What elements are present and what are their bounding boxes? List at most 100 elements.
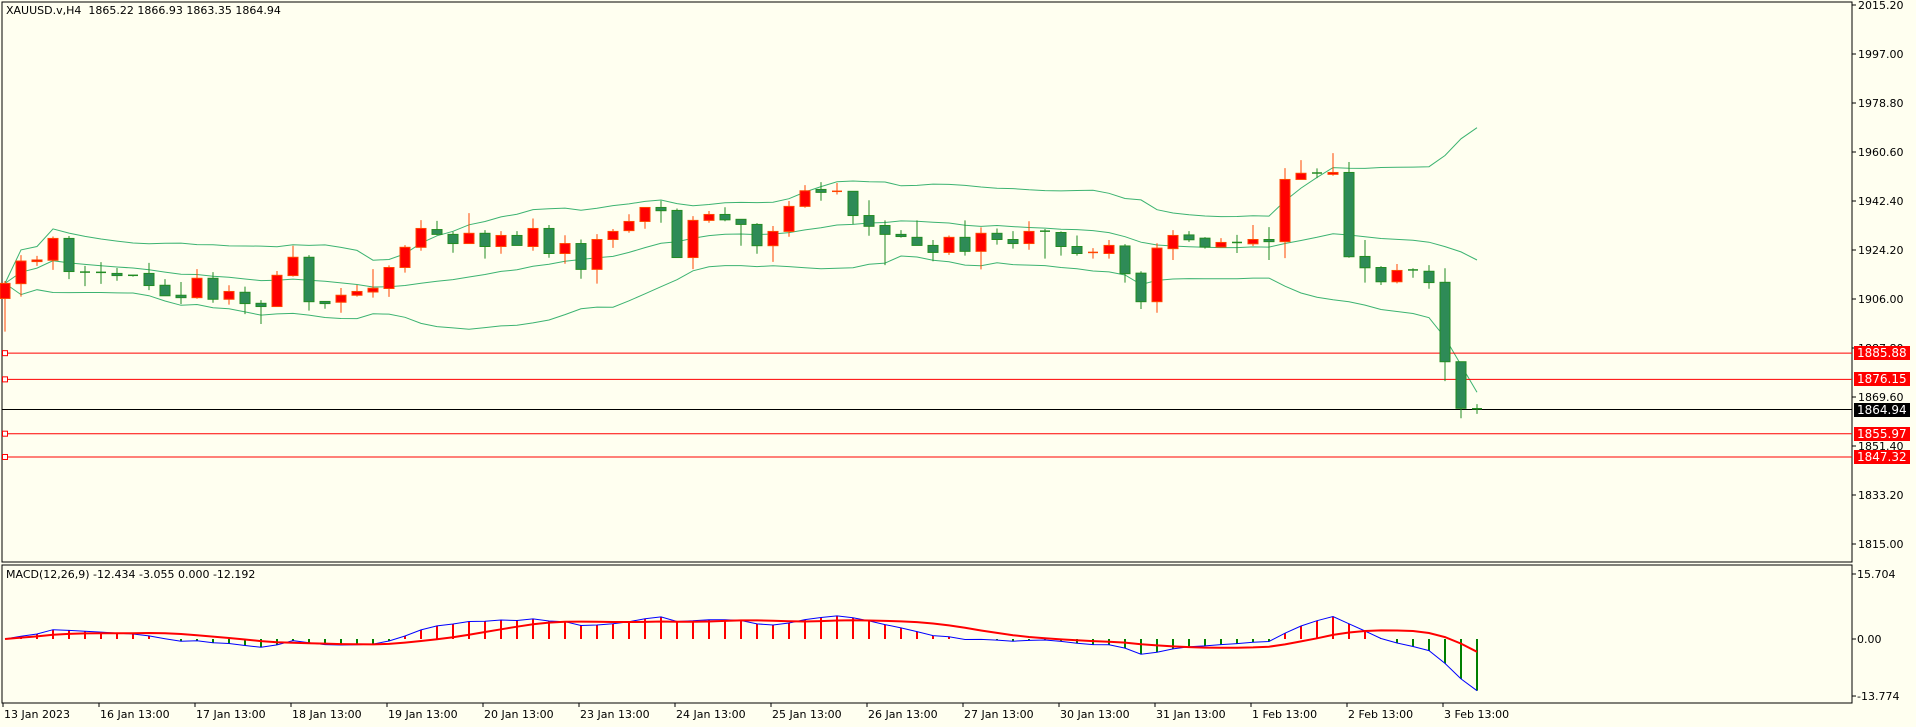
candle-body (303, 256, 315, 303)
candle-body (863, 215, 875, 227)
candle-body (975, 232, 987, 252)
axis-ticks (2, 4, 1856, 707)
candle-body (47, 237, 59, 261)
candle-body (111, 272, 123, 277)
candle-body (543, 227, 555, 254)
candle-body (1263, 238, 1275, 243)
time-axis-label: 27 Jan 13:00 (964, 708, 1034, 721)
bollinger-bands (4, 127, 1478, 393)
time-axis-label: 13 Jan 2023 (4, 708, 70, 721)
horizontal-levels (2, 350, 1852, 460)
candle-body (335, 294, 347, 303)
bull-candle (559, 235, 571, 264)
bear-candle (319, 300, 331, 309)
price-chart[interactable] (0, 0, 1916, 727)
bull-candle (639, 206, 651, 229)
candle-body (943, 236, 955, 253)
bear-candle (1375, 266, 1387, 285)
candle-body (1455, 361, 1467, 409)
candle-body (271, 274, 283, 308)
candle-body (1135, 272, 1147, 303)
time-axis-label: 19 Jan 13:00 (388, 708, 458, 721)
time-axis-label: 31 Jan 13:00 (1156, 708, 1226, 721)
candle-body (0, 282, 11, 299)
candle-body (1343, 171, 1355, 258)
candle-body (879, 224, 891, 235)
bear-candle (655, 200, 667, 223)
candle-body (559, 243, 571, 254)
candle-body (799, 190, 811, 207)
candle-body (1071, 245, 1083, 254)
bull-candle (1247, 224, 1259, 246)
bear-candle (255, 300, 267, 325)
candle-body (1247, 238, 1259, 245)
bull-candle (943, 235, 955, 255)
candle-body (463, 232, 475, 245)
bear-candle (239, 286, 251, 315)
bear-candle (815, 182, 827, 201)
bull-candle (367, 269, 379, 298)
bull-candle (415, 220, 427, 251)
price-axis-label: 1815.00 (1858, 537, 1904, 551)
bear-candle (735, 218, 747, 246)
bear-candle (63, 235, 75, 280)
candle-body (223, 290, 235, 300)
bear-candle (751, 223, 763, 254)
candle-body (815, 188, 827, 193)
bear-candle (1408, 268, 1418, 278)
bull-candle (687, 216, 699, 270)
candle-body (527, 227, 539, 247)
bull-candle (1391, 263, 1403, 284)
candle-body (447, 233, 459, 245)
candle-body (671, 209, 683, 259)
candle-body (1103, 244, 1115, 254)
bear-candle (895, 230, 907, 238)
candle-body (143, 272, 155, 287)
candle-body (479, 232, 491, 247)
level-anchor-icon (2, 376, 8, 383)
level-price-tag: 1864.94 (1854, 402, 1910, 417)
bear-candle (991, 228, 1003, 245)
price-axis-label: 1906.00 (1858, 292, 1904, 306)
bear-candle (1199, 237, 1211, 249)
bear-candle (1135, 271, 1147, 309)
price-axis-label: 1997.00 (1858, 47, 1904, 61)
bull-candle (703, 210, 715, 223)
candle-body (287, 256, 299, 277)
candle-body (63, 237, 75, 273)
bear-candle (575, 239, 587, 279)
bull-candle (1088, 248, 1098, 259)
price-axis-label: 1960.60 (1858, 145, 1904, 159)
time-axis-label: 1 Feb 13:00 (1252, 708, 1318, 721)
candle-body (719, 213, 731, 221)
bear-candle (80, 265, 90, 287)
candle-body (1007, 238, 1019, 245)
bollinger-lower-band (4, 255, 1478, 393)
level-anchor-icon (2, 453, 8, 460)
price-axis-label: 1924.20 (1858, 243, 1904, 257)
bull-candle (1215, 238, 1227, 248)
bear-candle (543, 224, 555, 258)
bull-candle (1295, 160, 1307, 180)
price-axis-label: 1978.80 (1858, 96, 1904, 110)
bear-candle (431, 220, 443, 236)
bull-candle (767, 226, 779, 262)
candle-body (415, 227, 427, 248)
price-axis-label: 2015.20 (1858, 0, 1904, 12)
bear-candle (1472, 404, 1482, 414)
bear-candle (879, 220, 891, 266)
level-anchor-icon (2, 430, 8, 437)
candle-body (191, 277, 203, 299)
time-axis-label: 3 Feb 13:00 (1444, 708, 1510, 721)
candle-body (1183, 234, 1195, 241)
bull-candle (31, 255, 43, 266)
candle-body (511, 234, 523, 246)
bull-candle (351, 284, 363, 297)
price-axis-label: 1942.40 (1858, 194, 1904, 208)
bull-candle (287, 245, 299, 277)
bull-candle (607, 228, 619, 248)
bear-candle (128, 274, 138, 277)
candle-body (735, 218, 747, 225)
candle-body (1167, 234, 1179, 250)
time-axis-label: 18 Jan 13:00 (292, 708, 362, 721)
